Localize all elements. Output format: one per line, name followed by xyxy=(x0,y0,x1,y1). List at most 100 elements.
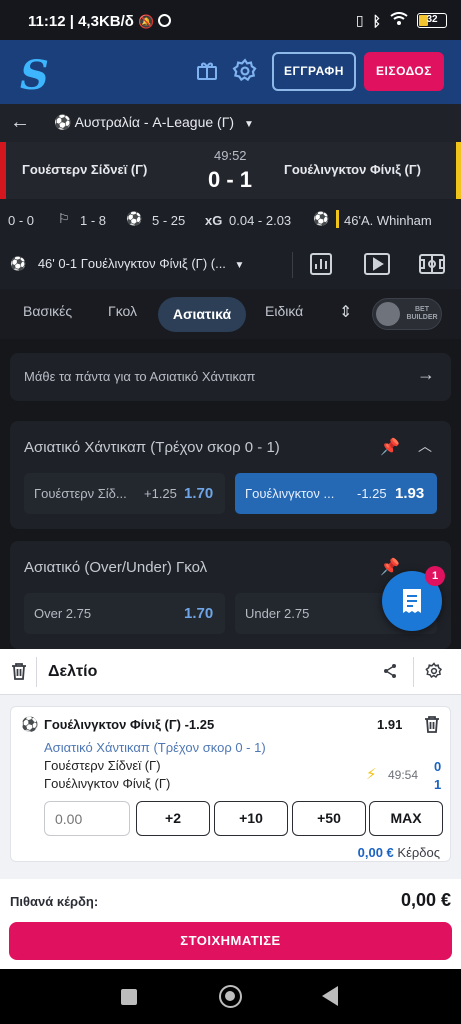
home-icon[interactable] xyxy=(219,985,242,1008)
register-button[interactable]: ΕΓΓΡΑΦΗ xyxy=(272,52,356,91)
match-nav-bar: ← ⚽ Αυστραλία - A-League (Γ) ▼ xyxy=(0,104,461,142)
odds-over[interactable]: Over 2.75 1.70 xyxy=(24,593,225,634)
event-row: ⚽ 46' 0-1 Γουέλινγκτον Φίνιξ (Γ) (... ▼ xyxy=(0,239,461,289)
bet-away-score: 1 xyxy=(434,777,442,792)
divider xyxy=(413,657,414,687)
stats-icon[interactable] xyxy=(309,252,333,279)
wifi-icon xyxy=(390,12,408,29)
divider xyxy=(36,657,37,687)
profit-line: 0,00 € Κέρδος xyxy=(358,845,440,860)
league-selector[interactable]: ⚽ Αυστραλία - A-League (Γ) ▼ xyxy=(54,114,254,131)
learn-text: Μάθε τα πάντα για το Ασιατικό Χάντικαπ xyxy=(24,369,256,384)
bet-home-score: 0 xyxy=(434,759,442,774)
home-color-bar xyxy=(0,142,6,199)
market-tabs: Βασικές Γκολ Ασιατικά Ειδικά ⇕ BET BUILD… xyxy=(0,289,461,339)
tab-goals[interactable]: Γκολ xyxy=(108,303,137,319)
tab-asian[interactable]: Ασιατικά xyxy=(158,297,246,332)
mute-icon: 🔕 xyxy=(138,14,155,29)
record-icon xyxy=(158,14,172,27)
betslip-fab[interactable]: 1 xyxy=(382,566,445,631)
bet-selection: Γουέλινγκτον Φίνιξ (Γ) -1.25 xyxy=(44,717,215,732)
tab-specials[interactable]: Ειδικά xyxy=(265,303,303,319)
video-icon[interactable] xyxy=(363,252,391,279)
potential-winnings-amount: 0,00 € xyxy=(400,890,451,910)
event-selector[interactable]: ⚽ 46' 0-1 Γουέλινγκτον Φίνιξ (Γ) (... ▼ xyxy=(10,256,244,272)
selection-odds: 1.70 xyxy=(184,605,214,622)
back-arrow-icon[interactable]: ← xyxy=(10,112,30,132)
status-bar: 11:12 | 4,3KB/δ 🔕 ▯ ᛒ 32 xyxy=(0,0,461,40)
selection-name: Under 2.75 xyxy=(245,606,310,621)
quick-stake-2[interactable]: +2 xyxy=(136,801,210,836)
trash-icon[interactable] xyxy=(11,662,27,685)
recents-icon[interactable] xyxy=(121,989,137,1005)
match-score: 0 - 1 xyxy=(208,167,253,192)
pin-icon[interactable]: 📌 xyxy=(380,437,400,457)
arrow-right-icon: → xyxy=(417,364,435,384)
app-header: S ΕΓΓΡΑΦΗ ΕΙΣΟΔΟΣ xyxy=(0,40,461,104)
betslip-header: Δελτίο xyxy=(0,649,461,695)
brand-logo[interactable]: S xyxy=(20,52,49,99)
betslip-title: Δελτίο xyxy=(48,663,98,680)
learn-link[interactable]: Μάθε τα πάντα για το Ασιατικό Χάντικαπ → xyxy=(10,353,451,401)
home-team: Γουέστερν Σίδνεϊ (Γ) xyxy=(22,162,148,177)
settings-icon[interactable] xyxy=(232,58,258,84)
bet-odds: 1.91 xyxy=(377,717,403,732)
caret-down-icon: ▼ xyxy=(243,119,254,130)
match-stats-row: 0 - 0 ⚐ 1 - 8 ⚽ 5 - 25 xG 0.04 - 2.03 ⚽ … xyxy=(0,199,461,239)
last-event: 46'A. Whinham xyxy=(344,213,432,228)
quick-stake-50[interactable]: +50 xyxy=(292,801,366,836)
football-icon: ⚽ xyxy=(54,114,72,130)
profit-label: Κέρδος xyxy=(397,845,440,860)
shots-icon: ⚽ xyxy=(126,211,143,226)
selection-name: Over 2.75 xyxy=(34,606,92,621)
match-clock: 49:52 xyxy=(214,148,247,163)
pitch-icon[interactable] xyxy=(418,252,446,279)
corner-icon: ⚐ xyxy=(58,211,70,226)
collapse-all-icon[interactable]: ⇕ xyxy=(339,302,352,322)
bet-clock: 49:54 xyxy=(388,768,419,782)
divider xyxy=(292,252,293,278)
quick-stake-max[interactable]: MAX xyxy=(369,801,443,836)
place-bet-button[interactable]: ΣΤΟΙΧΗΜΑΤΙΣΕ xyxy=(9,922,452,960)
share-icon[interactable] xyxy=(382,663,398,684)
betslip-panel: Δελτίο ⚽ Γουέλινγκτον Φίνιξ (Γ) -1.25 1.… xyxy=(0,649,461,969)
xg-label: xG xyxy=(205,213,223,228)
chevron-up-icon[interactable]: ︿ xyxy=(418,436,432,456)
bet-home-team: Γουέστερν Σίδνεϊ (Γ) xyxy=(44,758,161,773)
status-icons: ▯ ᛒ 32 xyxy=(356,12,447,29)
bet-away-team: Γουέλινγκτον Φίνιξ (Γ) xyxy=(44,776,171,791)
stat-corners: 1 - 8 xyxy=(80,213,107,228)
stat-shots: 5 - 25 xyxy=(152,213,186,228)
receipt-icon xyxy=(403,589,421,613)
football-icon: ⚽ xyxy=(10,256,27,271)
gift-icon[interactable] xyxy=(194,58,220,84)
market-title: Ασιατικό Χάντικαπ (Τρέχον σκορ 0 - 1) xyxy=(24,439,280,456)
selection-line: +1.25 xyxy=(144,486,177,501)
back-icon[interactable] xyxy=(322,986,338,1006)
yellow-marker xyxy=(336,210,339,228)
system-nav-bar xyxy=(0,969,461,1024)
selection-name: Γουέλινγκτον ... xyxy=(245,486,335,501)
bluetooth-icon: ᛒ xyxy=(372,12,381,29)
market-asian-handicap: Ασιατικό Χάντικαπ (Τρέχον σκορ 0 - 1) 📌 … xyxy=(10,421,451,529)
bet-card: ⚽ Γουέλινγκτον Φίνιξ (Γ) -1.25 1.91 Ασια… xyxy=(10,706,451,862)
bet-market: Ασιατικό Χάντικαπ (Τρέχον σκορ 0 - 1) xyxy=(44,740,266,755)
battery-icon: 32 xyxy=(417,13,447,28)
status-time: 11:12 | 4,3KB/δ 🔕 xyxy=(28,13,172,30)
quick-stake-10[interactable]: +10 xyxy=(214,801,288,836)
odds-home[interactable]: Γουέστερν Σίδ... +1.25 1.70 xyxy=(24,473,225,514)
stake-input[interactable] xyxy=(44,801,130,836)
odds-away-selected[interactable]: Γουέλινγκτον ... -1.25 1.93 xyxy=(235,473,437,514)
scoreboard: Γουέστερν Σίδνεϊ (Γ) 49:52 0 - 1 Γουέλιν… xyxy=(0,142,461,199)
tab-basic[interactable]: Βασικές xyxy=(23,303,72,319)
settings-icon[interactable] xyxy=(425,662,443,685)
live-bolt-icon: ⚡ xyxy=(366,766,377,783)
profit-amount: 0,00 € xyxy=(357,845,394,860)
away-color-bar xyxy=(456,142,461,199)
login-button[interactable]: ΕΙΣΟΔΟΣ xyxy=(364,52,444,91)
remove-bet-icon[interactable] xyxy=(424,715,440,738)
market-title: Ασιατικό (Over/Under) Γκολ xyxy=(24,559,208,576)
bet-builder-toggle[interactable]: BET BUILDER xyxy=(372,298,442,330)
away-team: Γουέλινγκτον Φίνιξ (Γ) xyxy=(284,162,421,177)
stat-cards: 0 - 0 xyxy=(8,213,35,228)
